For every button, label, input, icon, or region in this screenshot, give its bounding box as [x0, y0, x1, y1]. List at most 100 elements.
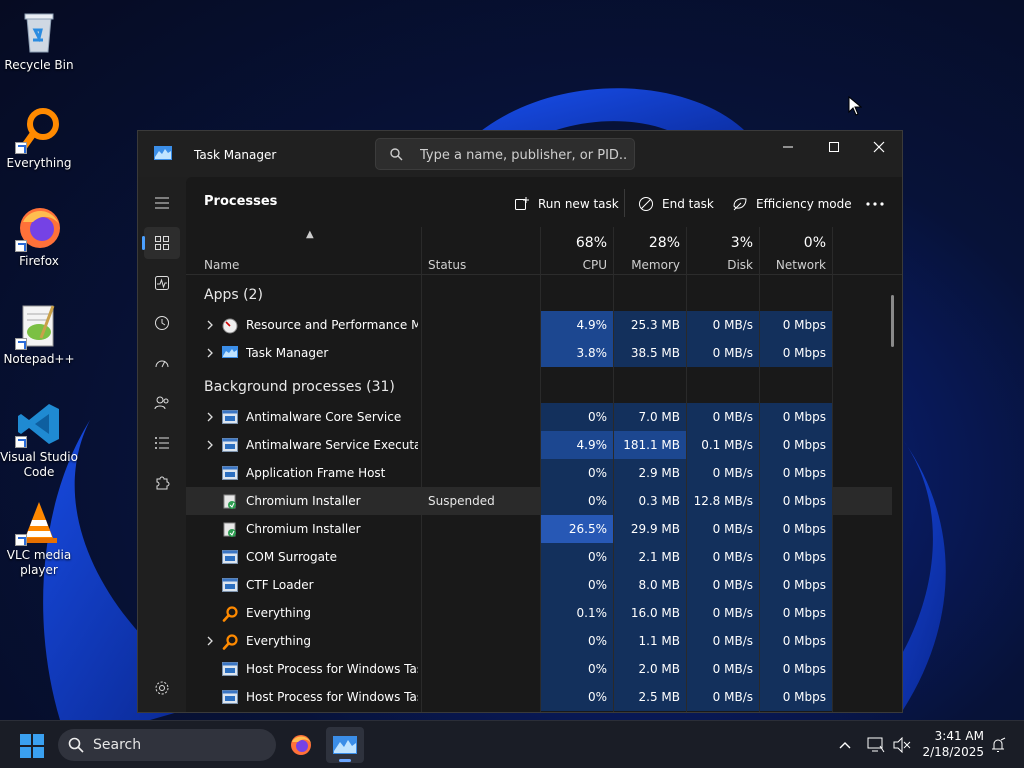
end-task-button[interactable]: End task [638, 191, 714, 217]
taskbar-search-box[interactable]: Search [58, 729, 276, 761]
run-new-task-button[interactable]: Run new task [514, 191, 619, 217]
column-header-cpu[interactable]: 68% CPU [540, 227, 613, 275]
nav-services[interactable] [144, 467, 180, 499]
performance-chart-icon [155, 276, 169, 290]
volume-tray-button[interactable] [892, 735, 912, 755]
notification-center-button[interactable] [988, 735, 1008, 755]
disk-value: 0 MB/s [712, 606, 753, 620]
title-bar[interactable]: Task Manager [138, 131, 902, 177]
column-header-network[interactable]: 0% Network [759, 227, 832, 275]
navigation-sidebar [138, 177, 186, 712]
process-row[interactable]: Task Manager 3.8% 38.5 MB 0 MB/s 0 Mbps [186, 339, 892, 367]
disk-value: 0 MB/s [712, 466, 753, 480]
expand-chevron-icon[interactable] [204, 411, 216, 423]
network-cell: 0 Mbps [760, 403, 832, 431]
sort-ascending-icon: ▲ [306, 229, 314, 240]
nav-users[interactable] [144, 387, 180, 419]
processes-grid-icon [155, 236, 169, 250]
process-row[interactable]: Application Frame Host 0% 2.9 MB 0 MB/s 0 Mb… [186, 459, 892, 487]
memory-cell: 2.5 MB [614, 683, 686, 711]
desktop-icon-firefox[interactable]: Firefox [0, 204, 78, 269]
more-options-button[interactable] [866, 191, 892, 217]
process-row[interactable]: Host Process for Windows Tasks 0% 2.5 MB 0 … [186, 683, 892, 711]
show-hidden-icons-button[interactable] [835, 735, 855, 755]
shortcut-arrow-icon [15, 436, 27, 448]
end-task-label: End task [662, 197, 714, 211]
process-search-input[interactable] [420, 145, 628, 165]
maximize-button[interactable] [811, 131, 857, 163]
cpu-value: 0% [587, 494, 607, 508]
taskbar-clock[interactable]: 3:41 AM 2/18/2025 [920, 728, 984, 760]
nav-details[interactable] [144, 427, 180, 459]
table-header: ▲ Name Status 68% CPU 28% Memory 3% Disk… [186, 227, 902, 275]
vertical-scrollbar[interactable] [891, 295, 894, 347]
nav-startup-apps[interactable] [144, 347, 180, 379]
cpu-value: 0% [587, 410, 607, 424]
efficiency-mode-button[interactable]: Efficiency mode [732, 191, 852, 217]
cpu-value: 3.8% [576, 346, 608, 360]
memory-value: 1.1 MB [638, 634, 680, 648]
desktop-icon-notepadpp[interactable]: Notepad++ [0, 302, 78, 367]
desktop-icon-everything[interactable]: Everything [0, 106, 78, 171]
process-row[interactable]: Chromium Installer Suspended 0% 0.3 MB 12.8 … [186, 487, 892, 515]
column-header-disk[interactable]: 3% Disk [686, 227, 759, 275]
minimize-button[interactable] [765, 131, 811, 163]
process-search-box[interactable] [375, 138, 635, 170]
memory-value: 2.9 MB [638, 466, 680, 480]
process-row[interactable]: Everything 0% 1.1 MB 0 MB/s 0 Mbps [186, 627, 892, 655]
process-name: Host Process for Windows Tasks [246, 662, 418, 676]
network-cell: 0 Mbps [760, 683, 832, 711]
column-header-memory[interactable]: 28% Memory [613, 227, 686, 275]
service-window-icon [222, 466, 238, 480]
column-header-status[interactable]: Status [422, 227, 540, 275]
clock-date: 2/18/2025 [922, 745, 984, 759]
memory-value: 8.0 MB [638, 578, 680, 592]
expand-chevron-icon[interactable] [204, 439, 216, 451]
desktop-icon-recycle-bin[interactable]: Recycle Bin [0, 8, 78, 73]
service-window-icon [222, 410, 238, 424]
cpu-value: 0% [587, 550, 607, 564]
network-cell: 0 Mbps [760, 431, 832, 459]
notification-bell-icon [992, 737, 1006, 752]
cpu-value: 0.1% [576, 606, 608, 620]
process-row[interactable]: Antimalware Service Executable 4.9% 181.1 … [186, 431, 892, 459]
installer-icon [222, 522, 238, 537]
process-row[interactable]: CTF Loader 0% 8.0 MB 0 MB/s 0 Mbps [186, 571, 892, 599]
taskbar-firefox-button[interactable] [282, 727, 320, 763]
desktop-icon-vscode[interactable]: Visual Studio Code [0, 400, 78, 480]
process-row[interactable]: Host Process for Windows Tasks 0% 2.0 MB 0 … [186, 655, 892, 683]
process-row[interactable]: Everything 0.1% 16.0 MB 0 MB/s 0 Mbps [186, 599, 892, 627]
expand-chevron-icon[interactable] [204, 319, 216, 331]
desktop-icon-vlc[interactable]: VLC media player [0, 498, 78, 578]
memory-value: 0.3 MB [638, 494, 680, 508]
task-manager-window: Task Manager Type a name, publisher, or … [137, 130, 903, 713]
cpu-cell: 0% [541, 403, 613, 431]
process-row[interactable]: Resource and Performance M... 4.9% 25.3 MB… [186, 311, 892, 339]
column-header-name[interactable]: ▲ Name [198, 227, 420, 275]
nav-processes[interactable] [142, 227, 180, 259]
process-row[interactable]: COM Surrogate 0% 2.1 MB 0 MB/s 0 Mbps [186, 543, 892, 571]
column-label-status: Status [428, 258, 467, 272]
process-name: CTF Loader [246, 578, 314, 592]
nav-performance[interactable] [144, 267, 180, 299]
process-row[interactable]: Antimalware Core Service 0% 7.0 MB 0 MB/s 0 … [186, 403, 892, 431]
start-button[interactable] [20, 734, 44, 758]
taskbar-task-manager-button[interactable] [326, 727, 364, 763]
task-manager-icon [222, 346, 238, 360]
users-icon [154, 396, 169, 410]
memory-value: 16.0 MB [630, 606, 680, 620]
close-button[interactable] [856, 131, 902, 163]
nav-app-history[interactable] [144, 307, 180, 339]
process-row[interactable]: Chromium Installer 26.5% 29.9 MB 0 MB/s 0 Mb… [186, 515, 892, 543]
desktop-icon-label: Visual Studio Code [0, 450, 78, 479]
network-tray-button[interactable] [866, 735, 886, 755]
network-value: 0 Mbps [782, 494, 826, 508]
hamburger-menu-button[interactable] [144, 187, 180, 219]
nav-settings[interactable] [144, 672, 180, 704]
service-window-icon [222, 578, 238, 592]
desktop-icon-label: VLC media player [6, 548, 72, 577]
expand-chevron-icon[interactable] [204, 347, 216, 359]
taskbar-search-label: Search [93, 737, 142, 753]
expand-chevron-icon[interactable] [204, 635, 216, 647]
memory-value: 2.1 MB [638, 550, 680, 564]
